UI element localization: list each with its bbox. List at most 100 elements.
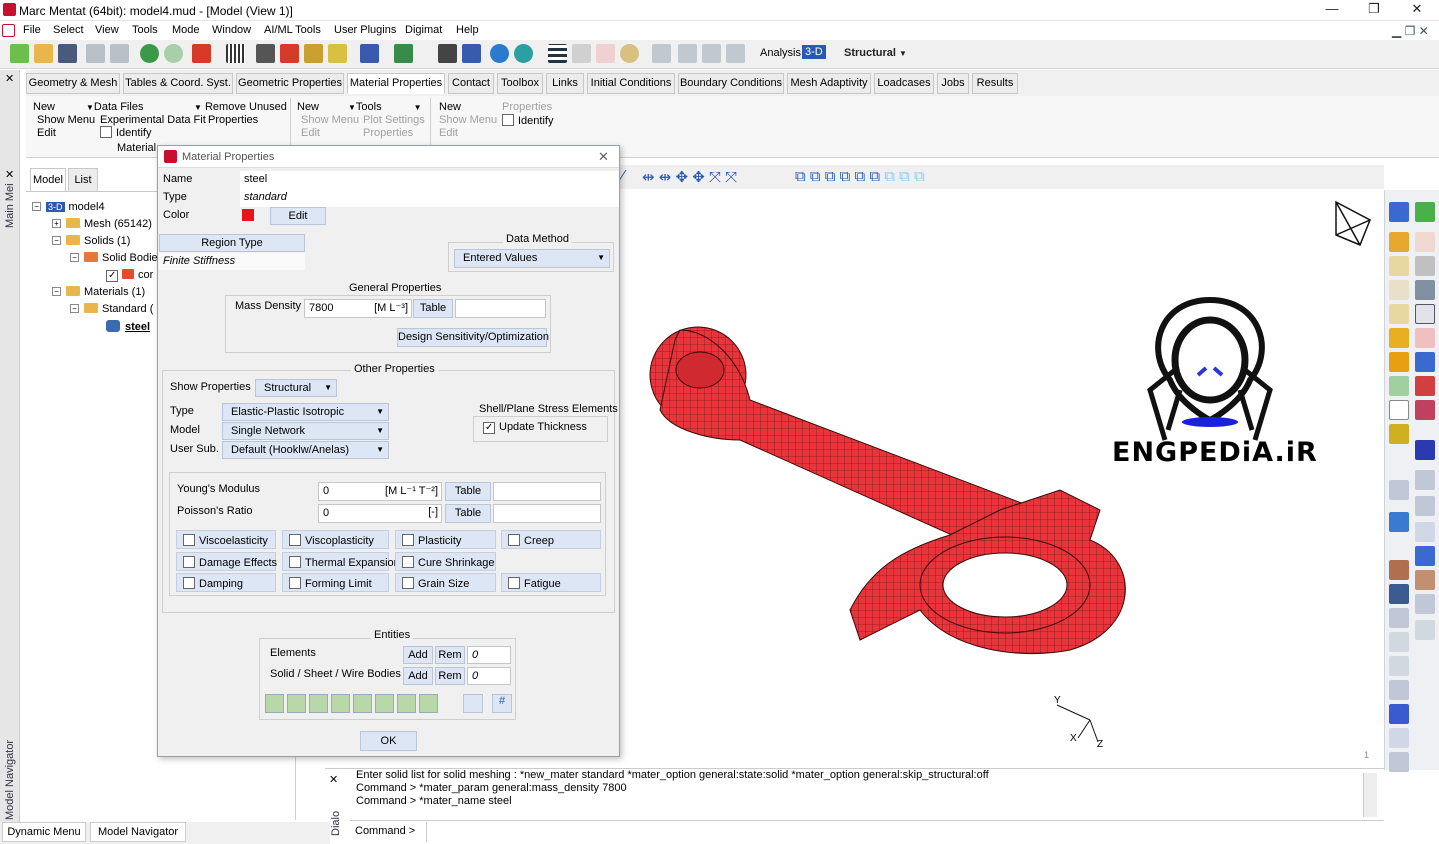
creep-toggle[interactable]: Creep	[501, 530, 601, 549]
tab-contact[interactable]: Contact	[448, 73, 494, 94]
update-thickness-checkbox[interactable]: Update Thickness	[483, 421, 587, 434]
bodies-count[interactable]: 0	[467, 667, 511, 685]
identify-checkbox[interactable]: Identify	[100, 126, 151, 139]
tool-icon[interactable]	[1415, 620, 1435, 640]
new-file-icon[interactable]	[10, 44, 29, 63]
tool-icon[interactable]	[1389, 424, 1409, 444]
tool-icon[interactable]	[1389, 280, 1409, 300]
connecting-rod[interactable]	[649, 326, 1126, 655]
grain-size-check[interactable]	[402, 577, 414, 589]
tool-icon[interactable]	[1389, 560, 1409, 580]
material-edit-button[interactable]: Edit	[37, 127, 56, 139]
g2-properties-button[interactable]: Properties	[363, 127, 413, 139]
entity-filter-icon[interactable]	[265, 694, 284, 713]
g3-properties-button[interactable]: Properties	[502, 101, 552, 113]
dialog-close-icon[interactable]: ✕	[598, 149, 609, 165]
dynamic-menu-tab[interactable]: Dynamic Menu	[2, 822, 86, 842]
view-cube-icons[interactable]: ⧉ ⧉ ⧉ ⧉ ⧉ ⧉ ⧉ ⧉ ⧉	[795, 168, 925, 185]
hash-icon[interactable]: #	[492, 694, 512, 713]
grain-size-toggle[interactable]: Grain Size	[395, 573, 496, 592]
mass-density-table-field[interactable]	[455, 299, 546, 318]
tree-standard[interactable]: − Standard (	[70, 303, 153, 315]
model-navigator-tab[interactable]: Model Navigator	[4, 730, 16, 820]
analysis-dim-button[interactable]: 3-D	[802, 45, 826, 59]
rotate-icon[interactable]	[490, 44, 509, 63]
viscoplasticity-check[interactable]	[289, 534, 301, 546]
tree-solids[interactable]: − Solids (1)	[52, 235, 130, 247]
tool-icon[interactable]	[1415, 328, 1435, 348]
console-scrollbar[interactable]	[1363, 773, 1377, 817]
g3-edit-button[interactable]: Edit	[439, 127, 458, 139]
report-icon[interactable]	[726, 44, 745, 63]
creep-check[interactable]	[508, 534, 520, 546]
elements-rem-button[interactable]: Rem	[435, 646, 465, 664]
ok-button[interactable]: OK	[360, 731, 417, 751]
open-file-icon[interactable]	[34, 44, 53, 63]
tree-materials[interactable]: − Materials (1)	[52, 286, 145, 298]
solid-visible-checkbox[interactable]	[106, 270, 118, 282]
menu-digimat[interactable]: Digimat	[405, 24, 442, 36]
entity-filter-icon[interactable]	[419, 694, 438, 713]
type-field[interactable]: standard	[240, 189, 619, 207]
type2-dropdown[interactable]: Elastic-Plastic Isotropic	[222, 403, 389, 421]
tool-icon[interactable]	[1389, 608, 1409, 628]
tab-geometry-mesh[interactable]: Geometry & Mesh	[26, 73, 120, 94]
pan-icon[interactable]: ⁄	[622, 167, 636, 187]
tool-icon[interactable]	[1389, 256, 1409, 276]
plasticity-toggle[interactable]: Plasticity	[395, 530, 496, 549]
tool-icon[interactable]	[1389, 328, 1409, 348]
tool-icon[interactable]	[1415, 202, 1435, 222]
grid-icon[interactable]	[226, 44, 245, 63]
undo-icon[interactable]	[140, 44, 159, 63]
color-swatch[interactable]	[242, 209, 254, 221]
remove-unused-button[interactable]: ▼ Remove Unused	[194, 101, 287, 113]
design-sensitivity-button[interactable]: Design Sensitivity/Optimization	[397, 328, 549, 347]
g2-edit-button[interactable]: Edit	[301, 127, 320, 139]
tab-jobs[interactable]: Jobs	[937, 73, 969, 94]
tool-icon[interactable]	[1415, 546, 1435, 566]
cube-icon[interactable]	[1415, 304, 1435, 324]
model-dropdown[interactable]: Single Network	[222, 422, 389, 440]
poisson-table-button[interactable]: Table	[445, 504, 491, 523]
tab-results[interactable]: Results	[972, 73, 1018, 94]
tab-material-props[interactable]: Material Properties	[347, 73, 445, 94]
menu-file[interactable]: File	[23, 24, 41, 36]
translate-icons[interactable]: ⇹ ⇹ ✥ ✥ ⤧ ⤧	[642, 168, 737, 186]
tree-solid-child[interactable]: cor	[106, 269, 153, 282]
pick-list-icon[interactable]	[463, 694, 483, 713]
finite-stiffness-field[interactable]: Finite Stiffness	[159, 253, 305, 270]
tree-root[interactable]: −3-D model4	[32, 201, 105, 213]
tool-icon[interactable]	[1389, 584, 1409, 604]
menu-user-plugins[interactable]: User Plugins	[334, 24, 396, 36]
update-thickness-check-box[interactable]	[483, 422, 495, 434]
tab-toolbox[interactable]: Toolbox	[497, 73, 543, 94]
tool-icon[interactable]	[1415, 496, 1435, 516]
tab-geometric-props[interactable]: Geometric Properties	[236, 73, 344, 94]
elements-add-button[interactable]: Add	[403, 646, 433, 664]
entity-filter-icon[interactable]	[331, 694, 350, 713]
color-edit-button[interactable]: Edit	[270, 207, 326, 225]
analysis-type-dropdown[interactable]: Structural ▼	[844, 47, 907, 59]
g2-new-button[interactable]: New	[297, 101, 319, 113]
material-new-button[interactable]: New	[33, 101, 55, 113]
nodes-icon[interactable]	[548, 44, 567, 63]
maximize-button[interactable]: ❐	[1360, 1, 1388, 17]
data-method-dropdown[interactable]: Entered Values	[454, 249, 610, 268]
tree-mesh[interactable]: + Mesh (65142)	[52, 218, 152, 230]
tool-icon[interactable]	[1415, 570, 1435, 590]
tool-icon[interactable]	[1389, 656, 1409, 676]
damage-effects-check[interactable]	[183, 556, 195, 568]
tab-boundary-conditions[interactable]: Boundary Conditions	[678, 73, 784, 94]
close-console-icon[interactable]: ✕	[329, 773, 338, 786]
viscoelasticity-toggle[interactable]: Viscoelasticity	[176, 530, 276, 549]
main-menu-tab[interactable]: Main Mei	[4, 178, 16, 228]
g2-show-menu-button[interactable]: Show Menu	[301, 114, 359, 126]
youngs-field[interactable]: 0 [M L⁻¹ T⁻²]	[318, 482, 442, 501]
mdi-controls[interactable]: ▁ ❐ ✕	[1392, 24, 1429, 38]
youngs-table-button[interactable]: Table	[445, 482, 491, 501]
cure-shrinkage-toggle[interactable]: Cure Shrinkage	[395, 552, 496, 571]
tool-icon[interactable]	[1389, 304, 1409, 324]
fatigue-toggle[interactable]: Fatigue	[501, 573, 601, 592]
tool-icon[interactable]	[1415, 352, 1435, 372]
tool-icon[interactable]	[1415, 522, 1435, 542]
